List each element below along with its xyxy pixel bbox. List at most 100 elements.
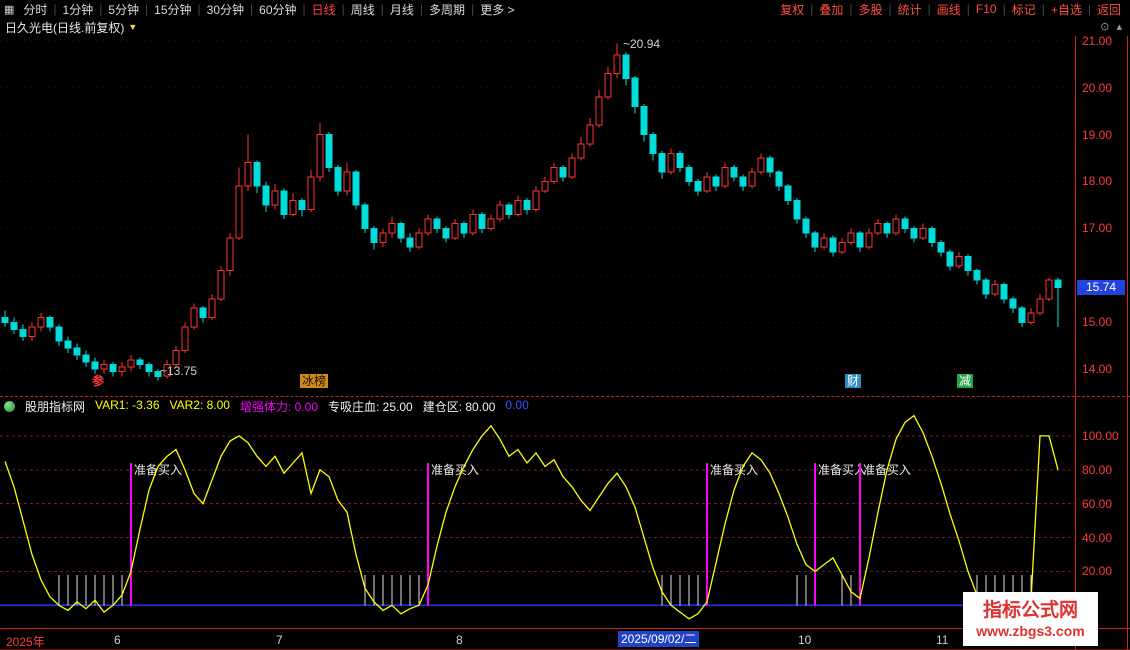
buy-signal-label: 准备买入 [431,463,479,477]
candle [965,254,971,275]
action-tab[interactable]: +自选 [1046,1,1087,18]
candle-body [632,78,638,106]
candle-body [776,172,782,186]
candle [236,167,242,240]
candle [371,226,377,249]
period-tab[interactable]: 1分钟 [58,1,99,18]
candle [1046,278,1052,302]
candle-body [281,191,287,215]
candle [128,355,134,372]
candle [56,325,62,346]
candle-body [830,238,836,252]
candle-body [74,348,80,355]
candle-body [713,177,719,186]
candle-body [749,172,755,186]
indicator-source[interactable]: 股朋指标网 [25,398,85,415]
candle-body [722,167,728,186]
candle [596,90,602,128]
candle-body [578,144,584,158]
period-tab[interactable]: 更多 > [475,1,519,18]
candle-body [47,318,53,327]
action-tab[interactable]: 复权 [775,1,809,18]
candle [677,151,683,172]
candle-body [1055,280,1061,288]
period-tab[interactable]: 多周期 [424,1,470,18]
candle [794,198,800,224]
candle-body [947,252,953,266]
toolbar: ▦ 分时|1分钟|5分钟|15分钟|30分钟|60分钟|日线|周线|月线|多周期… [0,0,1130,18]
candle-body [641,106,647,134]
candle [74,343,80,359]
candle [713,175,719,191]
candle [362,203,368,234]
candle-body [191,308,197,327]
candle [182,322,188,353]
action-tab[interactable]: 标记 [1007,1,1041,18]
candlestick-chart[interactable] [0,36,1075,396]
indicator-field: VAR1: -3.36 [95,398,159,415]
period-tab[interactable]: 30分钟 [202,1,249,18]
stock-title: 日久光电(日线.前复权) [5,19,124,36]
candle [308,170,314,212]
app-menu-icon[interactable]: ▦ [4,3,14,16]
candle-body [731,167,737,176]
candle [47,315,53,331]
candle [659,151,665,179]
collapse-panel-icon[interactable]: ▴ [1116,20,1122,33]
candle-body [623,55,629,79]
candle [749,167,755,188]
period-tab[interactable]: 日线 [307,1,341,18]
month-label: 10 [798,633,811,647]
candle [524,198,530,214]
indicator-region: 准备买入准备买入准备买入准备买入准备买入 股朋指标网 VAR1: -3.36VA… [0,396,1130,628]
action-tab[interactable]: 叠加 [814,1,848,18]
indicator-field: 建仓区: 80.00 [423,398,496,415]
action-tab[interactable]: 返回 [1092,1,1126,18]
price-label: 17.00 [1082,221,1112,235]
period-tab[interactable]: 分时 [18,1,52,18]
event-marker[interactable]: 财 [845,374,861,388]
event-marker[interactable]: 减 [957,374,973,388]
candle [200,306,206,322]
action-tab[interactable]: 统计 [893,1,927,18]
candle-body [317,135,323,177]
info-icon[interactable]: ⊙ [1100,20,1109,33]
event-marker[interactable]: 参 [92,374,104,388]
period-tab[interactable]: 周线 [346,1,380,18]
period-tab[interactable]: 月线 [385,1,419,18]
candle [506,203,512,219]
indicator-chart[interactable]: 准备买入准备买入准备买入准备买入准备买入 [0,397,1075,629]
event-marker[interactable]: 冰榜 [300,374,328,388]
indicator-field: 专吸庄血: 25.00 [328,398,413,415]
candle-body [596,97,602,125]
candle [551,163,557,184]
action-tab[interactable]: 多股 [853,1,887,18]
candle-body [461,224,467,233]
candle [776,170,782,191]
candle [668,149,674,175]
candle [857,231,863,252]
candle-body [695,182,701,191]
action-tab[interactable]: F10 [971,2,1002,16]
price-label: 15.00 [1082,315,1112,329]
indicator-axis-label: 100.00 [1082,429,1119,443]
candle-body [416,233,422,247]
candle [830,236,836,257]
candle [875,219,881,236]
candle-body [344,172,350,191]
candle [704,172,710,193]
period-tab[interactable]: 60分钟 [254,1,301,18]
candle-body [686,167,692,181]
candle [65,336,71,352]
period-tab[interactable]: 5分钟 [103,1,144,18]
candle-body [839,243,845,252]
title-dropdown-icon[interactable]: ▼ [128,22,137,32]
candle-body [209,299,215,318]
candle [218,266,224,301]
candle-body [1010,299,1016,308]
candle-body [290,200,296,214]
action-tab[interactable]: 画线 [932,1,966,18]
candle-body [1046,280,1052,299]
period-tab[interactable]: 15分钟 [149,1,196,18]
candle-body [515,200,521,214]
